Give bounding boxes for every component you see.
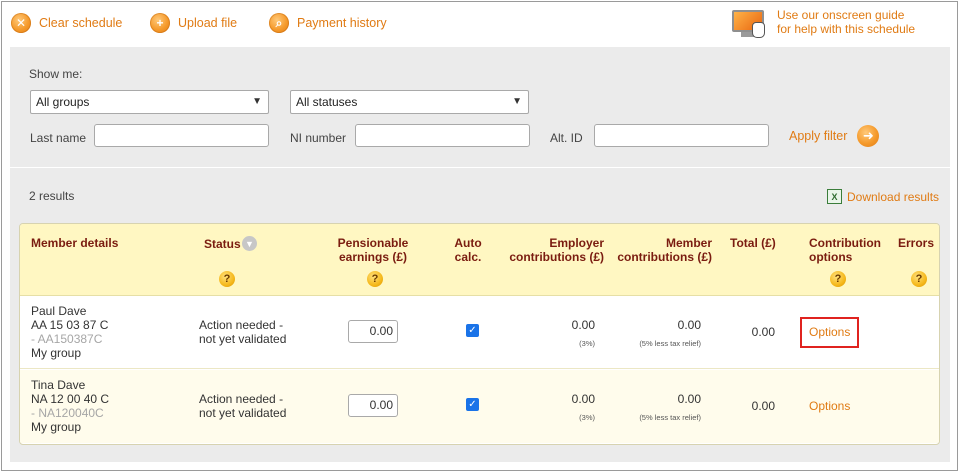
- last-name-input[interactable]: [94, 124, 269, 147]
- header-earnings-line1: Pensionable: [337, 236, 409, 250]
- filter-panel: Show me: All groups ▼ All statuses ▼ Las…: [10, 47, 950, 167]
- clear-schedule-button[interactable]: ✕ Clear schedule: [11, 12, 122, 34]
- apply-filter-label: Apply filter: [789, 129, 848, 143]
- total-contribution: 0.00: [751, 399, 775, 413]
- download-results-label: Download results: [847, 189, 940, 204]
- chevron-down-icon: ▼: [512, 96, 522, 107]
- auto-calc-checkbox[interactable]: ✓: [466, 324, 479, 337]
- member-alt-id: - NA120040C: [31, 406, 104, 420]
- header-employer-contributions: Employer contributions (£): [500, 236, 604, 264]
- member-note: (5% less tax relief): [639, 413, 701, 422]
- employer-contribution: 0.00: [571, 318, 595, 332]
- member-group: My group: [31, 420, 82, 434]
- employer-contribution: 0.00: [571, 392, 595, 406]
- clear-icon: ✕: [11, 13, 31, 33]
- payment-history-button[interactable]: ⌕ Payment history: [269, 12, 387, 34]
- header-member-line2: contributions (£): [617, 250, 712, 264]
- help-icon[interactable]: ?: [367, 271, 383, 287]
- header-status[interactable]: Status: [204, 237, 241, 251]
- help-icon[interactable]: ?: [830, 271, 846, 287]
- member-contribution: 0.00: [677, 318, 701, 332]
- status-select[interactable]: All statuses ▼: [290, 90, 529, 114]
- table-header: Member details Status ▼ ? Pensionable ea…: [20, 224, 939, 296]
- auto-calc-checkbox[interactable]: ✓: [466, 398, 479, 411]
- guide-line-2: for help with this schedule: [777, 22, 916, 36]
- member-status: Action needed - not yet validated: [199, 392, 286, 420]
- header-auto-line2: calc.: [454, 250, 482, 264]
- onscreen-guide-link[interactable]: Use our onscreen guide for help with thi…: [731, 8, 915, 40]
- status-line1: Action needed -: [199, 318, 284, 332]
- header-contribution-options: Contribution options: [809, 236, 881, 264]
- upload-icon: +: [150, 13, 170, 33]
- header-earnings: Pensionable earnings (£): [320, 236, 426, 264]
- group-select-value: All groups: [36, 95, 90, 109]
- member-details: Tina Dave NA 12 00 40 C - NA120040C My g…: [31, 378, 109, 434]
- header-auto-line1: Auto: [454, 236, 482, 250]
- member-note: (5% less tax relief): [639, 339, 701, 348]
- payment-history-label: Payment history: [297, 16, 387, 30]
- monitor-guide-icon: [731, 8, 769, 40]
- header-errors: Errors: [898, 236, 935, 250]
- excel-icon: X: [827, 189, 842, 204]
- pensionable-earnings-input[interactable]: 0.00: [348, 320, 398, 343]
- guide-line-1: Use our onscreen guide: [777, 8, 905, 22]
- upload-file-label: Upload file: [178, 16, 238, 30]
- member-status: Action needed - not yet validated: [199, 318, 286, 346]
- ni-number-input[interactable]: [355, 124, 530, 147]
- options-highlight-box: [800, 317, 859, 348]
- header-employer-line2: contributions (£): [509, 250, 604, 264]
- help-icon[interactable]: ?: [911, 271, 927, 287]
- sort-icon[interactable]: ▼: [242, 236, 257, 251]
- employer-note: (3%): [579, 339, 595, 348]
- member-ni: NA 12 00 40 C: [31, 392, 110, 406]
- header-auto-calc: Auto calc.: [450, 236, 486, 264]
- results-count: 2 results: [29, 189, 75, 203]
- chevron-down-icon: ▼: [252, 96, 262, 107]
- alt-id-input[interactable]: [594, 124, 769, 147]
- clear-schedule-label: Clear schedule: [39, 16, 123, 30]
- options-link[interactable]: Options: [809, 399, 850, 413]
- status-line2: not yet validated: [199, 406, 287, 420]
- header-options-line2: options: [809, 250, 853, 264]
- header-employer-line1: Employer: [549, 236, 604, 250]
- group-select[interactable]: All groups ▼: [30, 90, 269, 114]
- member-ni: AA 15 03 87 C: [31, 318, 109, 332]
- download-results-link[interactable]: X Download results: [827, 189, 939, 204]
- member-name: Paul Dave: [31, 304, 87, 318]
- members-table: Member details Status ▼ ? Pensionable ea…: [19, 223, 940, 445]
- total-contribution: 0.00: [751, 325, 775, 339]
- header-member-line1: Member: [665, 236, 712, 250]
- search-history-icon: ⌕: [269, 13, 289, 33]
- arrow-right-icon: ➜: [857, 125, 880, 147]
- help-icon[interactable]: ?: [219, 271, 235, 287]
- header-options-line1: Contribution: [809, 236, 881, 250]
- status-line2: not yet validated: [199, 332, 287, 346]
- alt-id-label: Alt. ID: [550, 131, 583, 145]
- apply-filter-button[interactable]: Apply filter ➜: [789, 125, 880, 147]
- member-details: Paul Dave AA 15 03 87 C - AA150387C My g…: [31, 304, 108, 360]
- upload-file-button[interactable]: + Upload file: [150, 12, 237, 34]
- header-total: Total (£): [730, 236, 776, 250]
- ni-number-label: NI number: [290, 131, 347, 145]
- header-earnings-line2: earnings (£): [338, 250, 407, 264]
- last-name-label: Last name: [30, 131, 87, 145]
- member-alt-id: - AA150387C: [31, 332, 103, 346]
- table-row: Tina Dave NA 12 00 40 C - NA120040C My g…: [20, 370, 939, 443]
- employer-note: (3%): [579, 413, 595, 422]
- show-me-label: Show me:: [29, 67, 83, 81]
- header-member-contributions: Member contributions (£): [608, 236, 712, 264]
- status-select-value: All statuses: [296, 95, 358, 109]
- member-group: My group: [31, 346, 82, 360]
- header-member-details: Member details: [31, 236, 119, 250]
- table-row: Paul Dave AA 15 03 87 C - AA150387C My g…: [20, 296, 939, 369]
- pensionable-earnings-input[interactable]: 0.00: [348, 394, 398, 417]
- member-name: Tina Dave: [31, 378, 86, 392]
- results-panel: 2 results X Download results Member deta…: [10, 168, 950, 462]
- status-line1: Action needed -: [199, 392, 284, 406]
- member-contribution: 0.00: [677, 392, 701, 406]
